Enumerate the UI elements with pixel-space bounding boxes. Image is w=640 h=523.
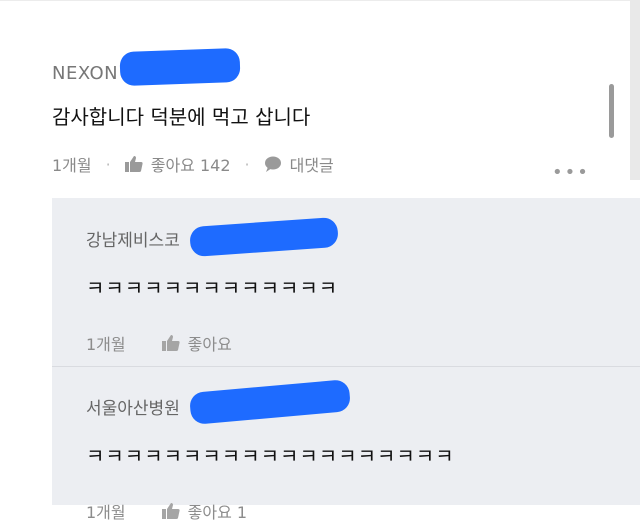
reply-like-button[interactable]: 좋아요 1 bbox=[161, 499, 248, 523]
reply-meta: 1개월 좋아요 bbox=[86, 331, 606, 355]
reply-divider bbox=[52, 366, 640, 367]
reply-item: 강남제비스코 ㅋㅋㅋㅋㅋㅋㅋㅋㅋㅋㅋㅋㅋ 1개월 좋아요 bbox=[86, 216, 606, 355]
comment-meta: 1개월 · 좋아요 142 · 대댓글 bbox=[52, 152, 334, 176]
reply-time: 1개월 bbox=[86, 503, 126, 522]
redaction-mark bbox=[188, 379, 352, 425]
reply-time: 1개월 bbox=[86, 335, 126, 354]
reply-text: ㅋㅋㅋㅋㅋㅋㅋㅋㅋㅋㅋㅋㅋㅋㅋㅋㅋㅋㅋ bbox=[86, 444, 455, 468]
thumbs-up-icon bbox=[124, 156, 143, 172]
reply-text: ㅋㅋㅋㅋㅋㅋㅋㅋㅋㅋㅋㅋㅋ bbox=[86, 276, 339, 300]
like-count: 좋아요 142 bbox=[150, 156, 231, 175]
reply-label: 대댓글 bbox=[289, 156, 334, 175]
reply-author-row: 서울아산병원 bbox=[86, 379, 606, 425]
separator-dot: · bbox=[105, 154, 111, 174]
reply-meta: 1개월 좋아요 1 bbox=[86, 499, 606, 523]
reply-author[interactable]: 서울아산병원 bbox=[86, 399, 180, 419]
comment: NEXON 감사합니다 덕분에 먹고 삽니다 bbox=[52, 47, 592, 132]
redaction-mark bbox=[189, 216, 339, 258]
reply-author[interactable]: 강남제비스코 bbox=[86, 231, 180, 251]
more-dots-icon[interactable]: ••• bbox=[552, 162, 590, 183]
comment-author-row: NEXON bbox=[52, 47, 592, 88]
reply-like-label: 좋아요 bbox=[187, 335, 232, 354]
comment-time: 1개월 bbox=[52, 156, 92, 175]
comment-author[interactable]: NEXON bbox=[52, 63, 118, 84]
comment-text: 감사합니다 덕분에 먹고 삽니다 bbox=[52, 105, 311, 129]
reply-like-button[interactable]: 좋아요 bbox=[161, 331, 232, 355]
reply-button[interactable]: 대댓글 bbox=[264, 152, 334, 176]
replies-section: 강남제비스코 ㅋㅋㅋㅋㅋㅋㅋㅋㅋㅋㅋㅋㅋ 1개월 좋아요 서울아산병원 ㅋㅋㅋㅋ… bbox=[52, 198, 640, 522]
reply-author-row: 강남제비스코 bbox=[86, 216, 606, 258]
separator-dot: · bbox=[244, 154, 250, 174]
right-gutter bbox=[630, 0, 640, 180]
scrollbar[interactable] bbox=[609, 84, 614, 138]
top-divider bbox=[0, 0, 640, 1]
reply-like-label: 좋아요 1 bbox=[187, 503, 248, 522]
speech-bubble-icon bbox=[264, 156, 281, 172]
reply-item: 서울아산병원 ㅋㅋㅋㅋㅋㅋㅋㅋㅋㅋㅋㅋㅋㅋㅋㅋㅋㅋㅋ 1개월 좋아요 1 bbox=[86, 379, 606, 523]
like-button[interactable]: 좋아요 142 bbox=[124, 152, 231, 176]
thumbs-up-icon bbox=[161, 503, 180, 519]
redaction-mark bbox=[119, 47, 241, 87]
thumbs-up-icon bbox=[161, 335, 180, 351]
